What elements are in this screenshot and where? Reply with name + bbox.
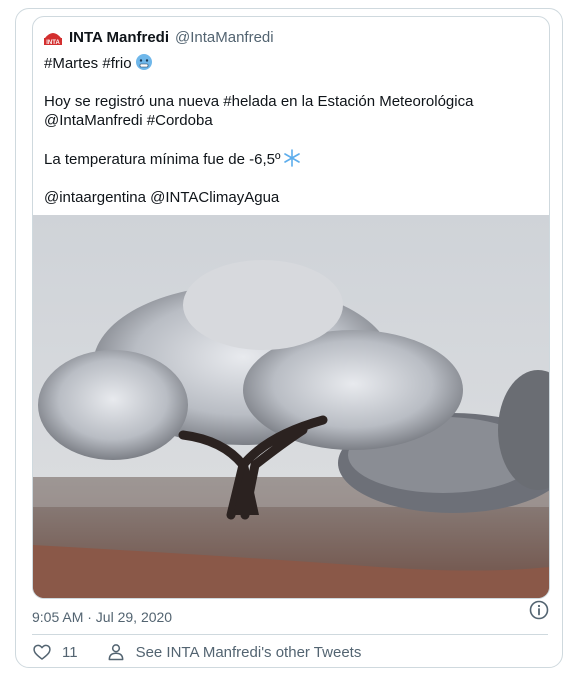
tweet-card: INTA INTA Manfredi @IntaManfredi #Martes… bbox=[15, 8, 563, 668]
see-other-tweets-link[interactable]: See INTA Manfredi's other Tweets bbox=[106, 642, 362, 662]
quoted-tweet-text: #Martes #frio Hoy se registró una nueva … bbox=[44, 53, 544, 207]
cold-face-emoji bbox=[135, 54, 152, 70]
tweet-line bbox=[44, 130, 544, 149]
see-other-tweets-label: See INTA Manfredi's other Tweets bbox=[135, 643, 362, 661]
tweet-line-text: #Martes #frio bbox=[44, 55, 132, 72]
tweet-line: @intaargentina @INTAClimayAgua bbox=[44, 189, 280, 206]
quoted-tweet-header: INTA INTA Manfredi @IntaManfredi bbox=[43, 27, 274, 47]
tweet-line bbox=[44, 73, 544, 92]
snowflake-emoji bbox=[284, 149, 301, 167]
like-count: 11 bbox=[62, 643, 78, 661]
info-icon[interactable] bbox=[529, 600, 549, 620]
tweet-timestamp[interactable]: 9:05 AM · Jul 29, 2020 bbox=[32, 609, 172, 625]
author-name[interactable]: INTA Manfredi bbox=[69, 29, 169, 46]
tweet-actions: 11 See INTA Manfredi's other Tweets bbox=[32, 641, 361, 663]
frosted-tree-photo[interactable] bbox=[33, 215, 549, 599]
inta-logo: INTA bbox=[43, 27, 63, 47]
person-icon bbox=[108, 644, 123, 661]
tweet-line: Hoy se registró una nueva #helada en la … bbox=[44, 93, 474, 110]
tweet-line: @IntaManfredi #Cordoba bbox=[44, 112, 213, 129]
logo-text: INTA bbox=[46, 40, 60, 46]
tweet-line: #Martes #frio bbox=[44, 53, 544, 73]
divider bbox=[32, 634, 548, 635]
tweet-line bbox=[44, 169, 544, 188]
like-button[interactable]: 11 bbox=[32, 642, 78, 662]
author-handle[interactable]: @IntaManfredi bbox=[175, 29, 274, 46]
quoted-tweet[interactable]: INTA INTA Manfredi @IntaManfredi #Martes… bbox=[32, 16, 550, 599]
tweet-line: La temperatura mínima fue de -6,5º bbox=[44, 149, 544, 169]
heart-icon bbox=[33, 644, 51, 660]
